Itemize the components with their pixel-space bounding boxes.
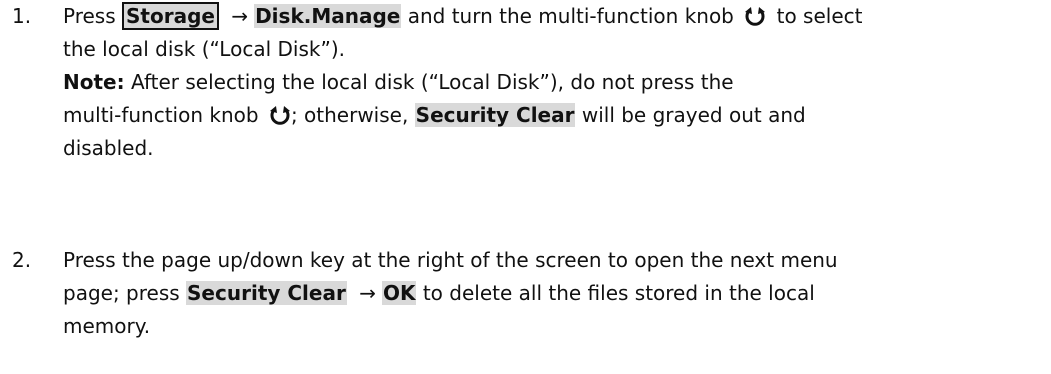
- step-body: Press Storage → Disk.Manage and turn the …: [63, 0, 1043, 165]
- step-line: page; press Security Clear → OK to delete…: [63, 277, 1043, 310]
- menu-key-security-clear: Security Clear: [414, 103, 576, 127]
- menu-key-disk-manage: Disk.Manage: [254, 4, 402, 28]
- step-line: the local disk (“Local Disk”).: [63, 37, 345, 61]
- arrow-icon: →: [231, 4, 249, 28]
- rotate-knob-icon: [269, 106, 290, 125]
- step-line: Press the page up/down key at the right …: [63, 248, 838, 272]
- manual-page: 1. Press Storage → Disk.Manage and turn t…: [0, 0, 1051, 374]
- rotate-knob-icon: [745, 7, 766, 26]
- step-number: 2.: [12, 248, 32, 272]
- text: page; press: [63, 281, 180, 305]
- text: Press: [63, 4, 116, 28]
- step-number: 1.: [12, 4, 32, 28]
- note-line: Note: After selecting the local disk (“L…: [63, 66, 1043, 99]
- text: to select: [776, 4, 863, 28]
- note-line: multi-function knob ; otherwise, Securit…: [63, 99, 1043, 132]
- step-line: memory.: [63, 314, 151, 338]
- text: and turn the multi-function knob: [407, 4, 734, 28]
- menu-key-ok: OK: [381, 281, 417, 305]
- text: After selecting the local disk (“Local D…: [130, 70, 734, 94]
- menu-key-storage: Storage: [122, 2, 219, 30]
- text: to delete all the files stored in the lo…: [422, 281, 815, 305]
- text: will be grayed out and: [581, 103, 806, 127]
- step-body: Press the page up/down key at the right …: [63, 244, 1043, 343]
- note-label: Note:: [63, 70, 125, 94]
- menu-key-security-clear: Security Clear: [186, 281, 347, 305]
- note-line: disabled.: [63, 136, 154, 160]
- text: ; otherwise,: [290, 103, 409, 127]
- step-line: Press Storage → Disk.Manage and turn the …: [63, 0, 1043, 33]
- arrow-icon: →: [359, 281, 376, 305]
- text: multi-function knob: [63, 103, 259, 127]
